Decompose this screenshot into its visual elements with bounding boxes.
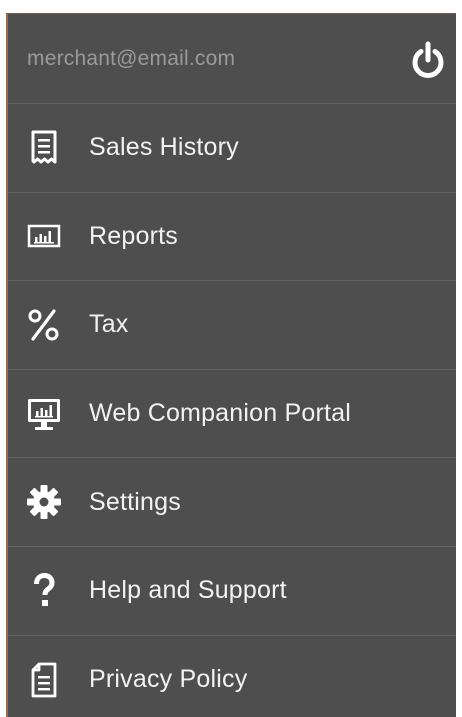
menu-item-label: Tax bbox=[89, 310, 129, 339]
menu-item-privacy-policy[interactable]: Privacy Policy bbox=[8, 636, 456, 717]
menu-item-reports[interactable]: Reports bbox=[8, 193, 456, 282]
menu-item-settings[interactable]: Settings bbox=[8, 458, 456, 547]
menu-item-help-and-support[interactable]: Help and Support bbox=[8, 547, 456, 636]
receipt-icon bbox=[24, 128, 64, 168]
menu-item-web-companion-portal[interactable]: Web Companion Portal bbox=[8, 370, 456, 459]
menu-item-label: Web Companion Portal bbox=[89, 399, 352, 428]
gear-icon bbox=[24, 482, 64, 522]
navigation-drawer: merchant@email.com Sales History Reports… bbox=[6, 13, 456, 717]
menu-item-label: Reports bbox=[89, 221, 178, 250]
menu-item-label: Settings bbox=[89, 487, 181, 516]
monitor-chart-icon bbox=[24, 394, 64, 434]
power-icon[interactable] bbox=[408, 41, 448, 81]
menu-item-tax[interactable]: Tax bbox=[8, 281, 456, 370]
menu-item-label: Privacy Policy bbox=[89, 665, 248, 694]
menu-item-sales-history[interactable]: Sales History bbox=[8, 104, 456, 193]
menu-item-label: Help and Support bbox=[89, 576, 287, 605]
menu-item-label: Sales History bbox=[89, 133, 239, 162]
account-email: merchant@email.com bbox=[27, 46, 236, 70]
account-header: merchant@email.com bbox=[8, 14, 456, 104]
question-icon bbox=[24, 571, 64, 611]
percent-icon bbox=[24, 305, 64, 345]
document-icon bbox=[24, 660, 64, 700]
bar-chart-icon bbox=[24, 216, 64, 256]
